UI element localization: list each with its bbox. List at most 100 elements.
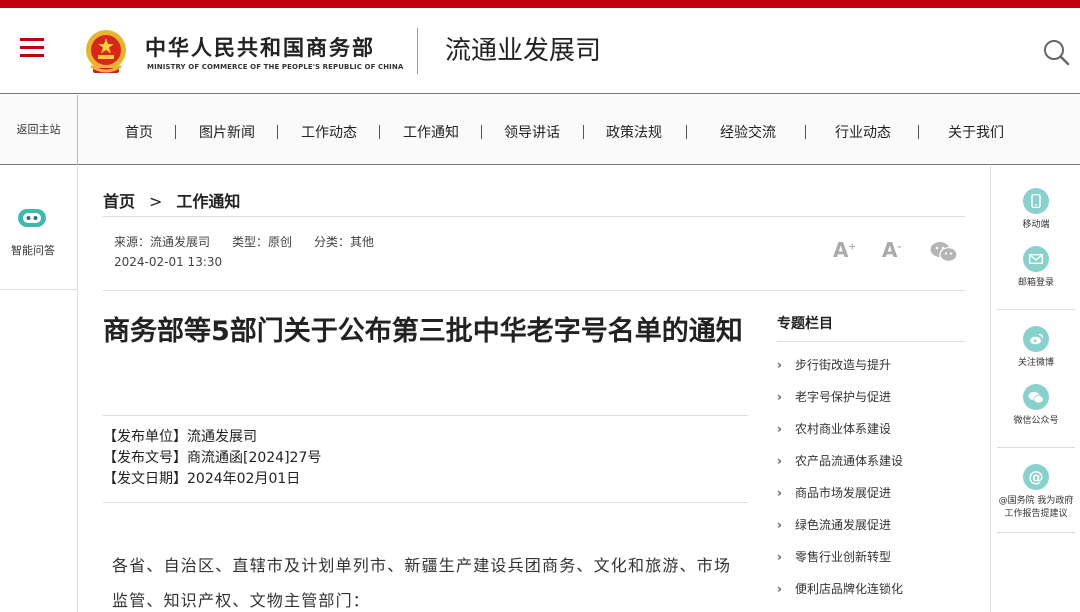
hamburger-menu-icon[interactable] xyxy=(20,38,44,58)
topic-label: 农产品流通体系建设 xyxy=(795,454,904,468)
meta-datetime: 2024-02-01 13:30 xyxy=(114,255,223,269)
divider xyxy=(103,290,965,291)
breadcrumb: 首页 > 工作通知 xyxy=(103,188,240,212)
mail-login-label: 邮箱登录 xyxy=(1017,278,1054,288)
nav-separator xyxy=(481,125,482,139)
meta-type: 类型：原创 xyxy=(232,235,293,249)
robot-icon xyxy=(18,209,46,227)
topics-title: 专题栏目 xyxy=(777,316,833,332)
font-larger-button[interactable]: A+ xyxy=(833,238,856,264)
mobile-phone-icon xyxy=(1023,188,1049,214)
nav-item-work-updates[interactable]: 工作动态 xyxy=(298,95,360,165)
breadcrumb-separator: > xyxy=(149,192,163,211)
nav-separator xyxy=(686,125,687,139)
chevron-right-icon: › xyxy=(777,358,782,372)
main-nav: 返回主站 首页 图片新闻 工作动态 工作通知 领导讲话 政策法规 经验交流 行业… xyxy=(0,95,1080,165)
mobile-link[interactable]: 移动端 xyxy=(991,188,1080,232)
ministry-name-cn: 中华人民共和国商务部 xyxy=(145,36,375,60)
topic-label: 老字号保护与促进 xyxy=(795,390,892,404)
weibo-icon xyxy=(1023,326,1049,352)
nav-item-experience[interactable]: 经验交流 xyxy=(717,95,779,165)
topic-item[interactable]: › 便利店品牌化连锁化 xyxy=(777,580,903,597)
back-to-main-site-link[interactable]: 返回主站 xyxy=(0,95,78,165)
topic-item[interactable]: › 零售行业创新转型 xyxy=(777,548,891,565)
topic-item[interactable]: › 老字号保护与促进 xyxy=(777,388,891,405)
department-name[interactable]: 流通业发展司 xyxy=(445,30,601,67)
topic-label: 商品市场发展促进 xyxy=(795,486,892,500)
divider xyxy=(103,415,748,416)
topic-label: 绿色流通发展促进 xyxy=(795,518,892,532)
ministry-name-en: MINISTRY OF COMMERCE OF THE PEOPLE'S REP… xyxy=(147,63,404,71)
chevron-right-icon: › xyxy=(777,582,782,596)
topic-item[interactable]: › 绿色流通发展促进 xyxy=(777,516,891,533)
nav-item-leader-speeches[interactable]: 领导讲话 xyxy=(501,95,563,165)
nav-separator xyxy=(175,125,176,139)
article-pub-date: 【发文日期】2024年02月01日 xyxy=(103,471,301,487)
suggestion-label-line2: 工作报告提建议 xyxy=(1004,509,1068,519)
weibo-label: 关注微博 xyxy=(1017,358,1054,368)
font-smaller-button[interactable]: A- xyxy=(882,238,901,264)
mail-login-link[interactable]: 邮箱登录 xyxy=(991,246,1080,290)
topic-item[interactable]: › 步行街改造与提升 xyxy=(777,356,891,373)
breadcrumb-home[interactable]: 首页 xyxy=(103,188,135,212)
divider xyxy=(777,341,965,342)
nav-item-policies[interactable]: 政策法规 xyxy=(603,95,665,165)
nav-item-about-us[interactable]: 关于我们 xyxy=(945,95,1007,165)
topic-label: 农村商业体系建设 xyxy=(795,422,892,436)
article-info: 【发布单位】流通发展司 【发布文号】商流通函[2024]27号 【发文日期】20… xyxy=(103,427,321,490)
divider xyxy=(103,502,748,503)
topic-label: 便利店品牌化连锁化 xyxy=(795,582,904,596)
topic-label: 步行街改造与提升 xyxy=(795,358,892,372)
header-divider xyxy=(417,28,418,74)
meta-source: 来源：流通发展司 xyxy=(114,235,211,249)
article-title: 商务部等5部门关于公布第三批中华老字号名单的通知 xyxy=(103,316,743,347)
wechat-share-icon[interactable] xyxy=(930,239,958,265)
site-header: 中华人民共和国商务部 MINISTRY OF COMMERCE OF THE P… xyxy=(0,8,1080,94)
right-sidebar: 移动端 邮箱登录 关注微博 微信公众号 @ @国务院 我为政府 工作报告提建议 xyxy=(990,166,1080,612)
meta-category: 分类：其他 xyxy=(314,235,375,249)
topic-label: 零售行业创新转型 xyxy=(795,550,892,564)
wechat-link[interactable]: 微信公众号 xyxy=(991,384,1080,428)
nav-item-work-notices[interactable]: 工作通知 xyxy=(400,95,462,165)
wechat-label: 微信公众号 xyxy=(1013,416,1059,426)
nav-item-home[interactable]: 首页 xyxy=(118,95,160,165)
national-emblem-icon xyxy=(86,30,126,73)
chevron-right-icon: › xyxy=(777,518,782,532)
font-smaller-icon: A xyxy=(882,238,898,262)
at-sign-icon: @ xyxy=(1023,464,1049,490)
suggestion-label-line1: @国务院 我为政府 xyxy=(998,496,1074,506)
nav-separator xyxy=(583,125,584,139)
article-publisher: 【发布单位】流通发展司 xyxy=(103,429,257,445)
nav-separator xyxy=(277,125,278,139)
font-larger-icon: A xyxy=(833,238,849,262)
topic-item[interactable]: › 商品市场发展促进 xyxy=(777,484,891,501)
nav-separator xyxy=(379,125,380,139)
left-sidebar: 智能问答 xyxy=(0,166,78,612)
nav-separator xyxy=(918,125,919,139)
nav-item-photo-news[interactable]: 图片新闻 xyxy=(196,95,258,165)
ai-qa-button[interactable]: 智能问答 xyxy=(0,166,78,290)
search-icon[interactable] xyxy=(1042,38,1070,66)
weibo-link[interactable]: 关注微博 xyxy=(991,326,1080,370)
article-body: 各省、自治区、直辖市及计划单列市、新疆生产建设兵团商务、文化和旅游、市场监管、知… xyxy=(112,556,732,610)
nav-item-industry-news[interactable]: 行业动态 xyxy=(832,95,894,165)
mobile-label: 移动端 xyxy=(1022,220,1050,230)
sidebar-divider xyxy=(997,532,1075,533)
sidebar-divider xyxy=(997,309,1075,310)
chevron-right-icon: › xyxy=(777,454,782,468)
sidebar-divider xyxy=(997,447,1075,448)
article-meta: 来源：流通发展司 类型：原创 分类：其他 xyxy=(114,233,396,250)
nav-separator xyxy=(805,125,806,139)
chevron-right-icon: › xyxy=(777,486,782,500)
topic-item[interactable]: › 农村商业体系建设 xyxy=(777,420,891,437)
gov-report-suggestion-link[interactable]: @ @国务院 我为政府 工作报告提建议 xyxy=(991,464,1080,521)
chevron-right-icon: › xyxy=(777,550,782,564)
topic-item[interactable]: › 农产品流通体系建设 xyxy=(777,452,903,469)
chevron-right-icon: › xyxy=(777,390,782,404)
wechat-icon xyxy=(1023,384,1049,410)
article-doc-number: 【发布文号】商流通函[2024]27号 xyxy=(103,450,322,466)
top-red-bar xyxy=(0,0,1080,8)
mail-icon xyxy=(1023,246,1049,272)
breadcrumb-current[interactable]: 工作通知 xyxy=(176,188,240,212)
divider xyxy=(103,216,965,217)
